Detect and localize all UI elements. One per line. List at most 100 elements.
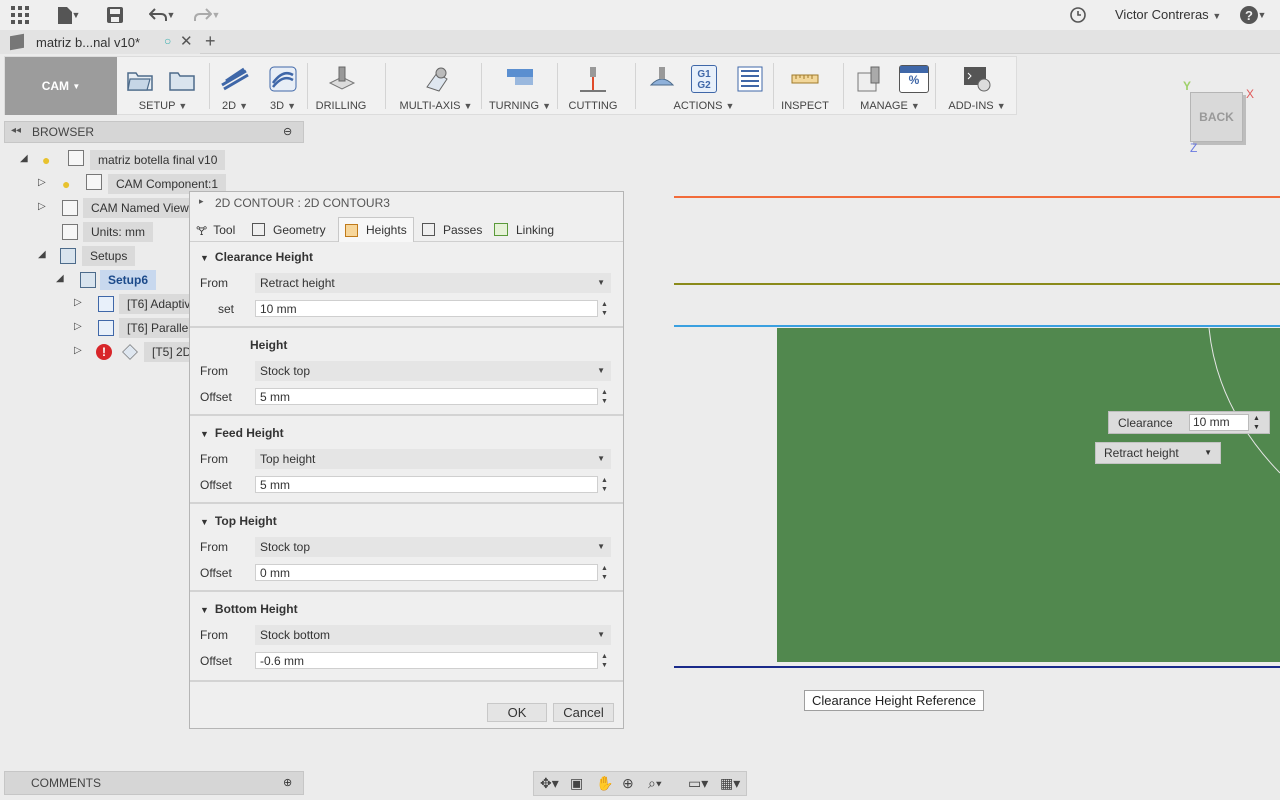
collapse-triangle-icon[interactable]: ◢ — [56, 273, 64, 284]
user-menu[interactable]: Victor Contreras ▼ — [1115, 7, 1221, 22]
close-tab-icon[interactable]: ✕ — [180, 32, 193, 50]
error-icon[interactable]: ! — [96, 344, 112, 360]
top-height-line — [674, 325, 1280, 327]
view-cube-face[interactable]: BACK — [1190, 92, 1243, 142]
tab-label: Tool — [213, 222, 236, 237]
tree-root[interactable]: ◢ ● matriz botella final v10 — [20, 150, 226, 170]
tab-linking[interactable]: Linking — [494, 217, 564, 242]
pan-icon[interactable]: ✋ — [596, 775, 613, 792]
add-ins-group[interactable]: ADD-INS ▼ — [939, 57, 1015, 115]
document-tab[interactable]: matriz b...nal v10* ○ ✕ — [0, 30, 200, 54]
tree-item-setups[interactable]: ◢ Setups — [38, 246, 136, 266]
setup-label: SETUP — [138, 100, 176, 112]
tree-item-named-views[interactable]: ▷ CAM Named Views — [38, 198, 203, 218]
collapse-triangle-icon[interactable]: ◢ — [20, 153, 28, 164]
collapse-panel-icon[interactable]: ◂◂ — [11, 125, 21, 136]
orbit-icon[interactable]: ✥▾ — [540, 775, 559, 792]
save-icon[interactable] — [105, 5, 125, 25]
operation-dialog: ▸ 2D CONTOUR : 2D CONTOUR3 🝖 Tool Geometr… — [189, 191, 624, 729]
clearance-offset-input[interactable]: 10 mm — [255, 300, 598, 317]
dialog-expand-icon[interactable]: ▸ — [199, 196, 204, 207]
select-value: Stock top — [260, 364, 311, 378]
turning-label: TURNING — [488, 100, 540, 112]
redo-icon[interactable]: ▼ — [190, 5, 224, 25]
feed-offset-input[interactable]: 5 mm — [255, 476, 598, 493]
clock-icon[interactable] — [1068, 5, 1088, 25]
expand-triangle-icon[interactable]: ▷ — [38, 177, 46, 188]
comments-panel[interactable]: COMMENTS ⊕ — [4, 771, 304, 795]
browser-header[interactable]: ◂◂ BROWSER ⊖ — [4, 121, 304, 143]
expand-triangle-icon[interactable]: ▷ — [74, 321, 82, 332]
tree-item-label: Setups — [82, 246, 136, 266]
component-icon — [68, 150, 84, 166]
bottom-from-select[interactable]: Stock bottom ▼ — [255, 625, 611, 645]
inspect-group[interactable]: INSPECT — [777, 57, 833, 115]
retract-height-dropdown[interactable]: Retract height ▼ — [1095, 442, 1221, 464]
tab-geometry[interactable]: Geometry — [252, 217, 334, 242]
retract-offset-input[interactable]: 5 mm — [255, 388, 598, 405]
grid-settings-icon[interactable]: ▦▾ — [720, 775, 740, 792]
cutting-group[interactable]: CUTTING — [561, 57, 625, 115]
feed-height-header[interactable]: ▼ Feed Height — [200, 426, 284, 440]
bottom-height-header[interactable]: ▼ Bottom Height — [200, 602, 298, 616]
expand-triangle-icon[interactable]: ▷ — [74, 297, 82, 308]
setup-group[interactable]: SETUP ▼ — [121, 57, 205, 115]
retract-from-select[interactable]: Stock top ▼ — [255, 361, 611, 381]
ok-button[interactable]: OK — [487, 703, 547, 722]
new-tab-button[interactable]: + — [205, 31, 216, 52]
dialog-title-bar[interactable]: ▸ 2D CONTOUR : 2D CONTOUR3 — [190, 192, 623, 214]
tree-item-parallel1[interactable]: ▷ [T6] Parallel1 — [74, 318, 206, 338]
help-icon[interactable]: ? ▼ — [1238, 5, 1268, 25]
browser-minimize-icon[interactable]: ⊖ — [283, 125, 292, 138]
zoom-icon[interactable]: ⊕ — [622, 775, 634, 792]
collapse-triangle-icon[interactable]: ◢ — [38, 249, 46, 260]
clearance-height-line — [674, 196, 1280, 198]
2d-group[interactable]: 2D ▼ — [213, 57, 257, 115]
display-settings-icon[interactable]: ▭▾ — [688, 775, 708, 792]
undo-icon[interactable]: ▼ — [145, 5, 179, 25]
actions-group[interactable]: G1 G2 ACTIONS ▼ — [639, 57, 769, 115]
top-height-header[interactable]: ▼ Top Height — [200, 514, 277, 528]
multi-axis-group[interactable]: MULTI-AXIS ▼ — [391, 57, 481, 115]
tool-icon: 🝖 — [196, 224, 208, 238]
contour-icon — [122, 344, 138, 360]
top-offset-spinner[interactable]: ▲ ▼ — [599, 564, 610, 582]
tree-item-units[interactable]: Units: mm — [58, 222, 153, 242]
top-from-select[interactable]: Stock top ▼ — [255, 537, 611, 557]
lightbulb-icon[interactable]: ● — [62, 176, 78, 192]
file-icon[interactable]: ▼ — [55, 5, 83, 25]
manage-group[interactable]: % MANAGE ▼ — [847, 57, 933, 115]
retract-offset-spinner[interactable]: ▲ ▼ — [599, 388, 610, 406]
3d-group[interactable]: 3D ▼ — [261, 57, 305, 115]
expand-triangle-icon[interactable]: ▷ — [38, 201, 46, 212]
clearance-spinner[interactable]: ▲ ▼ — [1253, 414, 1260, 432]
tree-item-setup6[interactable]: ◢ Setup6 — [56, 270, 157, 290]
add-comment-icon[interactable]: ⊕ — [283, 776, 292, 789]
expand-triangle-icon[interactable]: ▷ — [74, 345, 82, 356]
lightbulb-icon[interactable]: ● — [42, 152, 58, 168]
tab-heights[interactable]: Heights — [338, 217, 414, 242]
svg-text:?: ? — [1245, 8, 1253, 23]
tab-passes[interactable]: Passes — [422, 217, 488, 242]
retract-height-header[interactable]: Height — [250, 338, 287, 352]
bottom-offset-input[interactable]: -0.6 mm — [255, 652, 598, 669]
feed-offset-spinner[interactable]: ▲ ▼ — [599, 476, 610, 494]
clearance-from-select[interactable]: Retract height ▼ — [255, 273, 611, 293]
feed-from-select[interactable]: Top height ▼ — [255, 449, 611, 469]
workspace-switcher[interactable]: CAM ▼ — [5, 57, 117, 115]
cancel-button[interactable]: Cancel — [553, 703, 614, 722]
clearance-manipulator[interactable]: Clearance 10 mm ▲ ▼ — [1108, 411, 1270, 434]
bottom-offset-spinner[interactable]: ▲ ▼ — [599, 652, 610, 670]
zoom-window-icon[interactable]: ⌕▾ — [648, 775, 662, 792]
select-value: Retract height — [260, 276, 335, 290]
grid-icon[interactable] — [10, 5, 30, 25]
look-at-icon[interactable]: ▣ — [570, 775, 583, 792]
top-offset-input[interactable]: 0 mm — [255, 564, 598, 581]
drilling-group[interactable]: DRILLING — [311, 57, 371, 115]
clearance-input[interactable]: 10 mm — [1189, 414, 1249, 431]
tab-tool[interactable]: 🝖 Tool — [196, 217, 244, 242]
turning-group[interactable]: TURNING ▼ — [485, 57, 555, 115]
clearance-height-header[interactable]: ▼ Clearance Height — [200, 250, 313, 264]
stock-model[interactable] — [777, 328, 1280, 662]
clearance-offset-spinner[interactable]: ▲ ▼ — [599, 300, 610, 318]
